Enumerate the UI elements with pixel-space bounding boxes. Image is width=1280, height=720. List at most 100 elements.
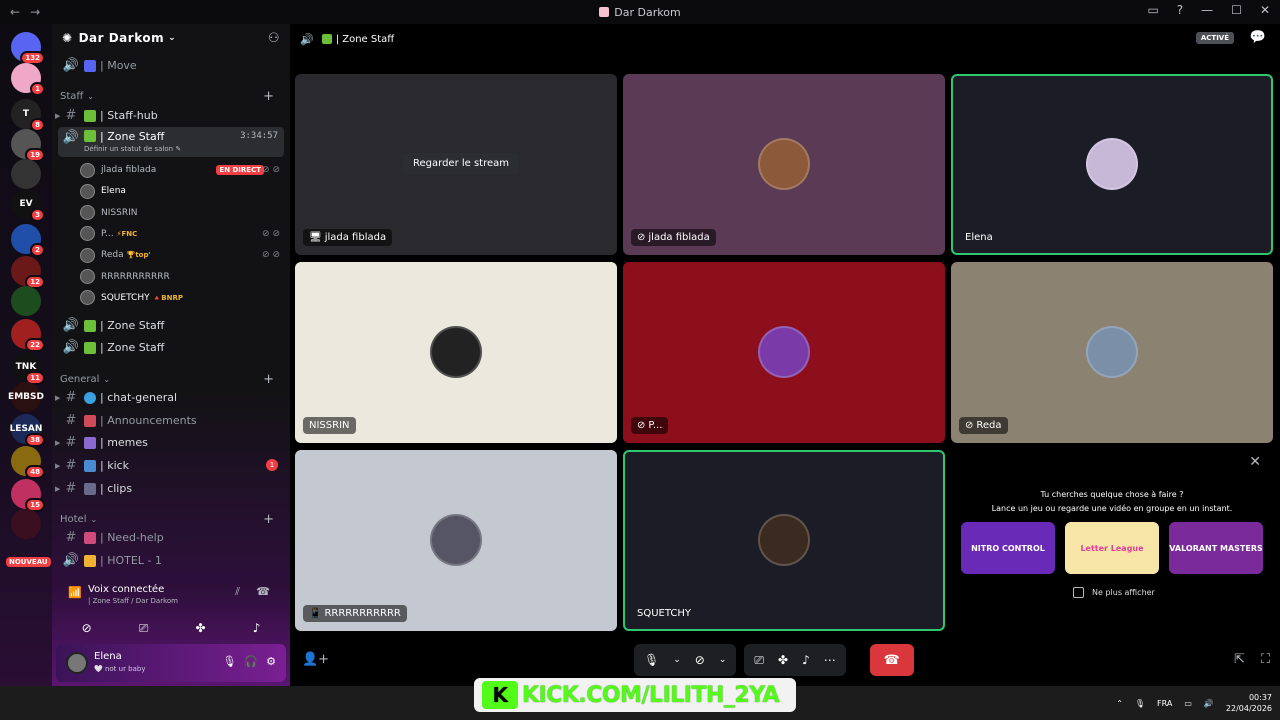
checkbox[interactable] [1073,587,1084,598]
screen-share-icon[interactable]: ⎚ [139,621,149,636]
server-icon-14[interactable]: 15 [11,479,45,512]
microphone-icon[interactable]: 🎙 [1135,699,1145,708]
voice-user[interactable]: SQUETCHY 🔺BNRP [80,288,284,308]
live-badge[interactable]: EN DIRECT [216,165,264,175]
camera-off-icon[interactable]: ⊘ [695,653,705,667]
voice-user[interactable]: RRRRRRRRRRR [80,267,284,287]
channel-chat-general[interactable]: ▶ # | chat-general [55,387,284,408]
invite-icon[interactable]: ⚇ [268,31,280,46]
avatar[interactable] [66,652,88,674]
add-channel-icon[interactable]: + [263,372,274,387]
server-header[interactable]: ✺ Dar Darkom ⌄ ⚇ [52,24,290,52]
language-indicator[interactable]: FRA [1157,699,1172,708]
voice-user[interactable]: NISSRIN [80,203,284,223]
more-icon[interactable]: ⋯ [824,653,836,667]
channel-move[interactable]: 🔊 | Move [58,55,284,76]
activities-icon[interactable]: ✤ [196,621,206,635]
microphone-icon[interactable]: 🎙 [644,653,659,667]
game-card-nitro-control[interactable]: NITRO CONTROL [961,522,1055,574]
popout-icon[interactable]: ⇱ [1234,652,1245,667]
add-channel-icon[interactable]: + [263,89,274,104]
hang-up-button[interactable]: ☎ [869,644,914,676]
camera-off-icon[interactable]: ⊘ [82,621,92,635]
voice-user[interactable]: Elena [80,181,284,201]
channel-clips[interactable]: ▶ # | clips [55,478,284,499]
chevron-down-icon[interactable]: ⌄ [719,655,727,665]
server-icon-10[interactable]: TNK 11 [11,352,45,385]
server-icon-5[interactable]: EV 3 [11,189,45,222]
voice-user[interactable]: P... ⚡FNC ⊘ ⊘ [80,224,284,244]
video-tile[interactable]: ⊘ jlada fiblada [623,74,945,255]
gear-icon[interactable]: ⚙ [266,655,276,668]
back-arrow-icon[interactable]: ← [10,5,20,19]
video-tile[interactable]: Elena [951,74,1273,255]
server-icon-11[interactable]: EMBSD [8,382,44,412]
server-icon-8[interactable] [11,286,41,316]
watch-stream-button[interactable]: Regarder le stream [403,153,520,174]
video-tile[interactable]: ⊘ P... [623,262,945,443]
channel-kick[interactable]: ▶ # | kick 1 [55,455,284,476]
maximize-button[interactable]: ☐ [1231,3,1242,17]
microphone-icon[interactable]: 🎙 [222,655,236,668]
chat-icon[interactable]: 💬 [1250,30,1266,45]
chevron-down-icon[interactable]: ⌄ [673,655,681,665]
forward-arrow-icon[interactable]: → [30,5,40,19]
noise-suppression-icon[interactable]: ⫽ [235,585,240,599]
new-badge[interactable]: NOUVEAU [6,557,51,567]
soundboard-icon[interactable]: ♪ [802,653,810,667]
category-staff[interactable]: Staff ⌄ + [60,88,284,104]
channel-status-prompt[interactable]: Définir un statut de salon ✎ [84,145,181,153]
category-general[interactable]: General ⌄ + [60,371,284,387]
clock[interactable]: 00:37 22/04/2026 [1226,692,1272,714]
chevron-up-icon[interactable]: ⌃ [1116,699,1123,708]
server-icon-9[interactable]: 22 [11,319,45,352]
server-icon-3[interactable]: 19 [11,129,45,162]
network-icon[interactable]: ▭ [1184,699,1192,708]
add-person-icon[interactable]: 👤+ [302,652,329,667]
video-tile[interactable]: SQUETCHY [623,450,945,631]
voice-user[interactable]: jlada fiblada EN DIRECT ⊘ ⊘ [80,160,284,180]
video-tile[interactable]: NISSRIN [295,262,617,443]
signal-icon[interactable]: 📶 [68,586,82,599]
server-icon-1[interactable]: 1 [11,63,45,96]
channel-zone-staff-3[interactable]: 🔊 | Zone Staff [58,337,284,358]
server-icon-7[interactable]: 12 [11,256,45,289]
server-icon-6[interactable]: 2 [11,224,45,257]
channel-zone-staff-2[interactable]: 🔊 | Zone Staff [58,315,284,336]
voice-connected-subtitle[interactable]: | Zone Staff / Dar Darkom [88,597,178,605]
channel-hotel-1[interactable]: 🔊 | HOTEL - 1 [58,550,284,571]
help-icon[interactable]: ? [1177,3,1183,17]
headphones-icon[interactable]: 🎧 [244,655,258,668]
game-card-valorant-masters[interactable]: VALORANT MASTERS [1169,522,1263,574]
inbox-icon[interactable]: ▭ [1147,3,1158,17]
disconnect-icon[interactable]: ☎ [256,585,270,598]
server-icon-12[interactable]: LESAN 38 [10,414,45,447]
channel-need-help[interactable]: # | Need-help [58,527,284,548]
activities-icon[interactable]: ✤ [778,653,788,667]
add-channel-icon[interactable]: + [263,512,274,527]
volume-icon[interactable]: 🔊 [1204,699,1214,708]
voice-user[interactable]: Reda 🏆top' ⊘ ⊘ [80,245,284,265]
active-badge[interactable]: ACTIVÉ [1195,32,1234,44]
video-tile[interactable]: Regarder le stream 🖥 jlada fiblada [295,74,617,255]
screen-share-icon[interactable]: ⎚ [754,653,764,668]
dont-show-checkbox[interactable]: Ne plus afficher [1073,587,1155,598]
channel-zone-staff-active[interactable]: 🔊 | Zone Staff 3:34:57 Définir un statut… [58,127,284,157]
server-icon-4[interactable] [11,159,41,189]
game-card-letter-league[interactable]: Letter League [1065,522,1159,574]
channel-staff-hub[interactable]: ▶ # | Staff-hub [55,105,284,126]
fullscreen-icon[interactable]: ⛶ [1261,652,1270,667]
close-button[interactable]: ✕ [1260,3,1270,17]
video-tile[interactable]: ⊘ Reda [951,262,1273,443]
category-hotel[interactable]: Hotel ⌄ + [60,511,284,527]
channel-announcements[interactable]: # | Announcements [58,410,284,431]
server-icon-0[interactable]: 132 [11,32,45,65]
soundboard-icon[interactable]: ♪ [253,621,261,635]
close-icon[interactable]: ✕ [1249,454,1261,470]
server-icon-13[interactable]: 48 [11,446,45,479]
server-icon-15[interactable] [11,509,41,539]
minimize-button[interactable]: — [1201,3,1213,17]
server-icon-2[interactable]: T8 [11,99,45,132]
channel-memes[interactable]: ▶ # | memes [55,432,284,453]
video-tile[interactable]: 📱 RRRRRRRRRRR [295,450,617,631]
